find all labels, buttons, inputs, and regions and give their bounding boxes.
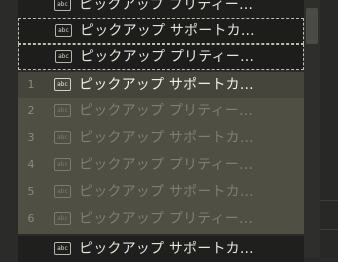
list-row[interactable]: 4 abc ピックアップ プリティー… bbox=[18, 152, 304, 178]
text-layer-icon: abc bbox=[54, 185, 71, 198]
text-layer-icon: abc bbox=[55, 24, 72, 37]
row-number bbox=[19, 19, 45, 45]
row-number: 5 bbox=[27, 185, 35, 198]
scrollbar-thumb[interactable] bbox=[306, 8, 318, 44]
row-label: ピックアップ サポートカ... bbox=[79, 241, 254, 257]
row-label: ピックアップ サポートカ... bbox=[80, 23, 255, 39]
side-panel-edge bbox=[320, 0, 338, 257]
text-layer-icon: abc bbox=[54, 212, 71, 225]
list-row[interactable]: 1 abc ピックアップ サポートカ... bbox=[18, 72, 304, 98]
text-layer-icon: abc bbox=[54, 104, 71, 117]
row-label: ピックアップ サポートカ... bbox=[79, 130, 254, 146]
row-number bbox=[18, 236, 44, 262]
text-layer-icon: abc bbox=[54, 131, 71, 144]
layer-list-panel: abc ピックアップ プリティー… abc ピックアップ サポートカ... ab… bbox=[0, 0, 338, 262]
row-label: ピックアップ プリティー… bbox=[79, 211, 254, 227]
text-layer-icon: abc bbox=[54, 242, 71, 255]
row-number: 6 bbox=[27, 212, 35, 225]
row-label: ピックアップ プリティー… bbox=[79, 0, 254, 13]
text-layer-icon: abc bbox=[54, 78, 71, 91]
list-row[interactable]: abc ピックアップ プリティー… bbox=[18, 0, 304, 18]
row-number: 4 bbox=[27, 158, 35, 171]
list-row[interactable]: 3 abc ピックアップ サポートカ... bbox=[18, 125, 304, 151]
row-label: ピックアップ プリティー… bbox=[80, 49, 255, 65]
row-label: ピックアップ プリティー… bbox=[79, 103, 254, 119]
list-row[interactable]: abc ピックアップ サポートカ... bbox=[18, 236, 304, 262]
text-layer-icon: abc bbox=[55, 50, 72, 63]
row-number: 2 bbox=[27, 104, 35, 117]
vertical-scrollbar[interactable] bbox=[304, 0, 320, 257]
text-layer-icon: abc bbox=[54, 0, 71, 11]
list-row-dragged[interactable]: abc ピックアップ プリティー… bbox=[18, 44, 304, 70]
divider bbox=[320, 229, 338, 230]
list-row[interactable]: 5 abc ピックアップ サポートカ... bbox=[18, 179, 304, 205]
row-number: 1 bbox=[27, 78, 35, 91]
row-number bbox=[18, 0, 44, 18]
list-row[interactable]: 6 abc ピックアップ プリティー… bbox=[18, 206, 304, 232]
list-row-dragged[interactable]: abc ピックアップ サポートカ... bbox=[18, 18, 304, 44]
list-row[interactable]: 2 abc ピックアップ プリティー… bbox=[18, 98, 304, 124]
row-number bbox=[19, 45, 45, 71]
text-layer-icon: abc bbox=[54, 158, 71, 171]
row-number: 3 bbox=[27, 131, 35, 144]
divider bbox=[320, 200, 338, 201]
row-label: ピックアップ サポートカ... bbox=[79, 77, 254, 93]
row-label: ピックアップ サポートカ... bbox=[79, 184, 254, 200]
row-label: ピックアップ プリティー… bbox=[79, 157, 254, 173]
